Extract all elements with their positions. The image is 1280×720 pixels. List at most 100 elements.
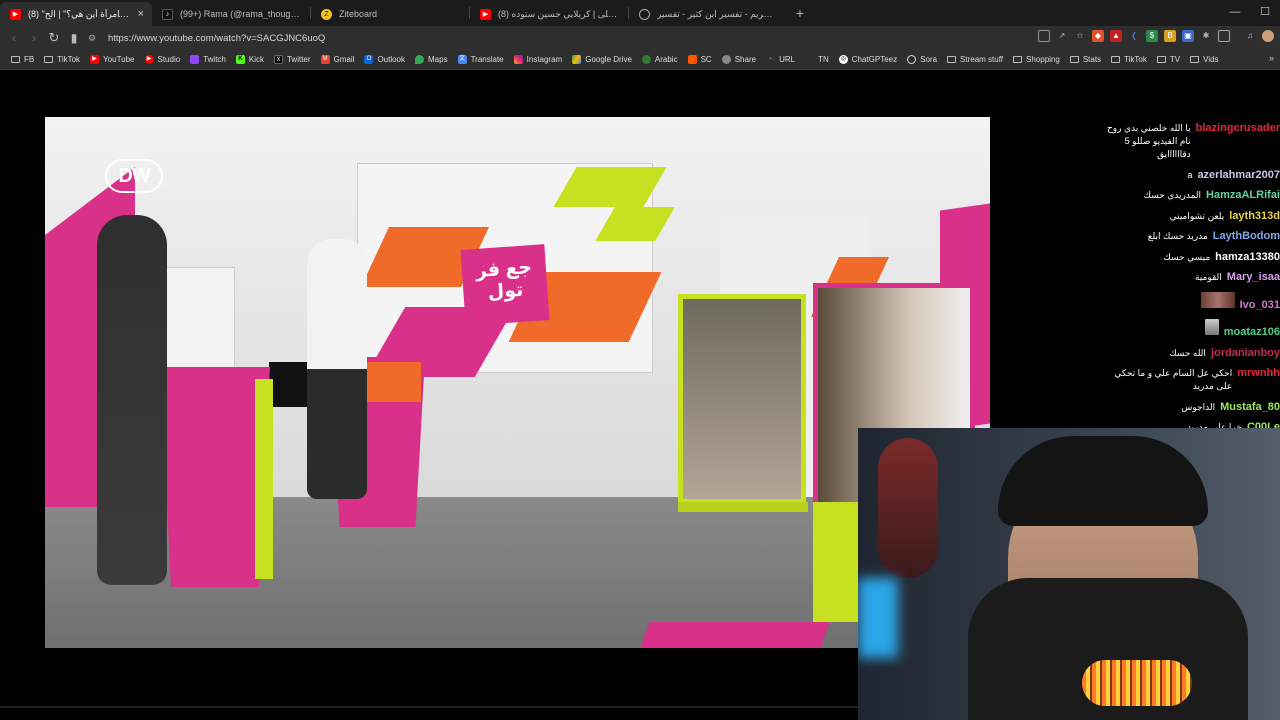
chat-username: Mustafa_80 [1220,400,1280,413]
host-presenter [307,239,367,499]
bookmark-link[interactable]: ⌁ URL [761,55,800,64]
folder-icon [1156,56,1166,63]
bookmark-link[interactable]: Sora [902,55,942,64]
chat-username: blazingcrusader [1195,122,1280,134]
star-icon[interactable]: ☆ [1074,30,1086,42]
chat-message: Ivo_031 [1104,291,1280,312]
share-icon [721,55,731,64]
tab-strip: ▶ (8) "حقوقي كامرأة أين هي؟" | الح... × … [0,0,1280,26]
tab-label: (8) "حقوقي كامرأة أين هي؟" | الح... [28,8,131,19]
forward-icon[interactable]: › [24,31,44,45]
video-progress-bar[interactable] [0,706,858,708]
bookmark-folder[interactable]: Stats [1065,55,1106,64]
bookmark-link[interactable]: K Kick [231,55,269,64]
x-icon: X [273,55,283,64]
webcam-overlay [858,428,1280,720]
site-info-icon[interactable]: ⚙ [88,33,108,44]
bookmarks-bar: FB TikTok ▶ YouTube ▶ Studio Twitch K Kick … [0,50,1280,70]
chat-username: mrwnhh [1237,367,1280,379]
folder-icon [1190,56,1200,63]
bookmark-folder[interactable]: Stream stuff [942,55,1008,64]
remote-guest-screen [678,294,806,504]
bookmark-link[interactable]: X Twitter [269,55,316,64]
bookmark-link[interactable]: O Outlook [359,55,410,64]
extension-icon[interactable]: $ [1146,30,1158,42]
bookmark-label: Stats [1082,55,1102,64]
chat-text: ميسي حسك [1163,251,1211,262]
gmail-icon: M [320,55,330,64]
bookmark-folder[interactable]: Vids [1185,55,1223,64]
chat-text: a [1187,169,1193,180]
tab-tiktok[interactable]: ♪ (99+) Rama (@rama_thoughts) | TikT... [152,2,310,26]
bookmark-label: TikTok [1124,55,1147,64]
microphone [1082,660,1192,706]
chat-username: Ivo_031 [1239,298,1280,311]
minimize-button[interactable]: — [1220,0,1250,24]
tab-quran[interactable]: القرآن الكريم - تفسير ابن كثير - تفسير .… [629,2,785,26]
bookmark-label: Maps [428,55,448,64]
folder-icon [1111,56,1121,63]
bookmark-link[interactable]: Share [717,55,761,64]
bookmark-folder[interactable]: TikTok [1106,55,1152,64]
share-icon[interactable]: ↗ [1056,30,1068,42]
brave-shield-icon[interactable]: ◆ [1092,30,1104,42]
close-icon[interactable]: × [138,8,144,20]
address-bar[interactable]: ⚙ https://www.youtube.com/watch?v=SACGJN… [88,29,1028,47]
folder-icon [947,56,957,63]
chat-message: hamza13380 ميسي حسك [1104,251,1280,264]
bookmark-link[interactable]: ▶ Studio [140,55,186,64]
media-icon[interactable]: ♫ [1244,30,1256,42]
bookmark-link[interactable]: ◎ ChatGPTeez [834,55,902,64]
extension-icon[interactable]: ▣ [1182,30,1194,42]
arabic-icon [641,55,651,64]
bookmark-link[interactable]: Arabic [637,55,683,64]
maximize-button[interactable]: ☐ [1250,0,1280,24]
bookmark-link[interactable]: ▶ YouTube [85,55,139,64]
bookmark-link[interactable]: Instagram [509,55,568,64]
bookmark-link[interactable]: TN [800,55,834,64]
sc-icon [687,55,697,64]
magenta-floor-stripe [640,622,830,648]
rgb-light [858,578,898,658]
bookmark-folder[interactable]: TikTok [39,55,85,64]
tab-youtube-active[interactable]: ▶ (8) "حقوقي كامرأة أين هي؟" | الح... × [0,2,152,26]
new-tab-button[interactable]: + [789,5,811,21]
bookmark-link[interactable]: SC [683,55,717,64]
puzzle-icon[interactable]: ✱ [1200,30,1212,42]
youtube-icon: ▶ [480,8,491,20]
video-player[interactable]: جع فر تول DW [45,117,990,648]
bookmark-link[interactable]: Maps [410,55,453,64]
bookmark-folder[interactable]: TV [1152,55,1185,64]
sidebar-icon[interactable] [1218,30,1230,42]
extension-icon[interactable]: ❬ [1128,30,1140,42]
bookmark-icon[interactable]: ▮ [64,31,84,45]
bookmark-label: Twitter [286,55,311,64]
profile-avatar[interactable] [1262,30,1274,42]
tab-youtube-karbalai[interactable]: ▶ (8) ثيار على | كربلايي حسين ستوده | ..… [470,2,628,26]
back-icon[interactable]: ‹ [4,31,24,45]
bookmark-folder[interactable]: Shopping [1008,55,1065,64]
bookmark-link[interactable]: Twitch [185,55,231,64]
podium [160,367,270,587]
cast-icon[interactable] [1038,30,1050,42]
folder-icon [1069,56,1079,63]
bookmark-link[interactable]: Google Drive [567,55,637,64]
ziteboard-icon: Z [321,8,332,20]
url-text: https://www.youtube.com/watch?v=SACGJNC6… [108,32,326,44]
chat-text: مدريد حسك ابلع [1147,231,1208,241]
bookmark-link[interactable]: M Gmail [316,55,360,64]
show-logo: جع فر تول [460,244,550,326]
bookmark-folder[interactable]: FB [6,55,39,64]
tab-ziteboard[interactable]: Z Ziteboard [311,2,469,26]
bookmark-label: ChatGPTeez [851,55,898,64]
bookmark-link[interactable]: 文 Translate [453,55,509,64]
chat-username: hamza13380 [1215,250,1280,263]
bookmark-label: SC [700,55,712,64]
extension-icon[interactable]: B [1164,30,1176,42]
chat-username: jordanianboy [1210,346,1280,359]
window-controls: — ☐ [1220,0,1280,24]
bookmarks-overflow-button[interactable]: » [1269,53,1274,63]
bookmark-label: Instagram [526,55,563,64]
rewards-icon[interactable]: ▲ [1110,30,1122,42]
reload-icon[interactable]: ↻ [44,30,64,46]
